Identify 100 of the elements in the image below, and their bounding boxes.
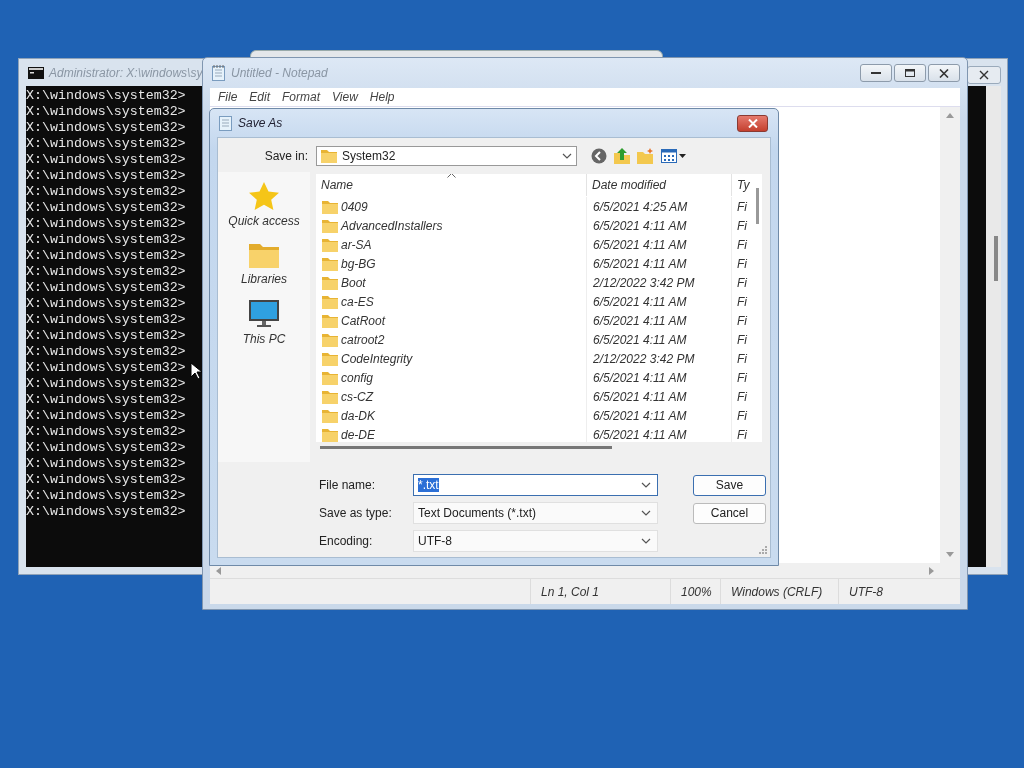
console-line: X:\windows\system32> xyxy=(26,408,186,424)
chevron-down-icon xyxy=(641,482,651,488)
minimize-button[interactable] xyxy=(860,64,892,82)
scroll-left-icon[interactable] xyxy=(216,566,221,575)
date-modified: 6/5/2021 4:11 AM xyxy=(593,389,687,404)
scrollbar[interactable] xyxy=(940,107,960,563)
scroll-right-icon[interactable] xyxy=(929,566,934,575)
folder-icon xyxy=(322,332,338,347)
place-item[interactable]: Libraries xyxy=(241,242,287,286)
status-text: UTF-8 xyxy=(849,584,883,599)
date-modified: 6/5/2021 4:25 AM xyxy=(593,199,688,214)
close-button[interactable] xyxy=(928,64,960,82)
scrollbar-thumb[interactable] xyxy=(994,236,998,281)
file-name[interactable]: catroot2 xyxy=(341,332,385,347)
table-cell: Fi xyxy=(737,275,747,290)
console-line: X:\windows\system32> xyxy=(26,296,186,312)
location-dropdown[interactable]: System32 xyxy=(316,146,577,166)
console-line: X:\windows\system32> xyxy=(26,472,186,488)
status-text: Ln 1, Col 1 xyxy=(541,584,600,599)
console-icon xyxy=(28,67,44,79)
scrollbar[interactable] xyxy=(986,86,1001,567)
file-name[interactable]: CatRoot xyxy=(341,313,386,328)
up-folder-icon[interactable] xyxy=(613,147,631,165)
console-line: X:\windows\system32> xyxy=(26,312,186,328)
file-name[interactable]: bg-BG xyxy=(341,256,376,271)
place-item[interactable]: Quick access xyxy=(228,182,300,228)
file-name[interactable]: da-DK xyxy=(341,408,375,423)
console-line: X:\windows\system32> xyxy=(26,200,186,216)
console-line: X:\windows\system32> xyxy=(26,504,186,520)
file-name[interactable]: ar-SA xyxy=(341,237,372,252)
console-line: X:\windows\system32> xyxy=(26,456,186,472)
dialog-title: Save As xyxy=(238,116,283,130)
console-line: X:\windows\system32> xyxy=(26,488,186,504)
console-line: X:\windows\system32> xyxy=(26,232,186,248)
table-cell: Fi xyxy=(737,218,747,233)
folder-icon xyxy=(322,389,338,404)
scrollbar-thumb[interactable] xyxy=(756,188,759,224)
table-cell: Fi xyxy=(737,237,747,252)
scrollbar[interactable] xyxy=(752,174,762,442)
table-cell: Fi xyxy=(737,389,747,404)
menu-item[interactable]: Format xyxy=(276,90,327,104)
date-modified: 6/5/2021 4:11 AM xyxy=(593,332,687,347)
folder-icon xyxy=(322,199,338,214)
file-name[interactable]: AdvancedInstallers xyxy=(341,218,443,233)
folder-icon xyxy=(322,294,338,309)
table-cell: Fi xyxy=(737,370,747,385)
dropdown[interactable]: Text Documents (*.txt) xyxy=(413,502,658,524)
folder-icon xyxy=(322,427,338,442)
folder-icon xyxy=(322,313,338,328)
menu-item[interactable]: File xyxy=(212,90,244,104)
maximize-button[interactable] xyxy=(894,64,926,82)
file-name[interactable]: 0409 xyxy=(341,199,368,214)
close-button[interactable] xyxy=(737,114,768,132)
menu-item[interactable]: Edit xyxy=(243,90,277,104)
file-name[interactable]: config xyxy=(341,370,374,385)
cancel-button[interactable]: Cancel xyxy=(693,502,766,524)
scroll-down-icon[interactable] xyxy=(946,552,954,557)
date-modified: 2/12/2022 3:42 PM xyxy=(593,351,695,366)
date-modified: 2/12/2022 3:42 PM xyxy=(593,275,695,290)
close-icon xyxy=(979,70,989,80)
table-cell: Fi xyxy=(737,294,747,309)
new-folder-icon[interactable] xyxy=(637,148,655,164)
monitor-icon xyxy=(249,300,279,328)
view-menu-icon[interactable] xyxy=(661,149,687,163)
chevron-down-icon xyxy=(562,153,572,159)
file-name[interactable]: cs-CZ xyxy=(341,389,373,404)
console-line: X:\windows\system32> xyxy=(26,248,186,264)
back-icon[interactable] xyxy=(591,148,607,164)
window-title: Untitled - Notepad xyxy=(231,66,328,80)
file-name[interactable]: CodeIntegrity xyxy=(341,351,413,366)
close-button[interactable] xyxy=(967,66,1001,84)
folder-icon xyxy=(322,218,338,233)
console-line: X:\windows\system32> xyxy=(26,424,186,440)
folder-icon xyxy=(322,370,338,385)
file-name[interactable]: de-DE xyxy=(341,427,375,442)
console-line: X:\windows\system32> xyxy=(26,168,186,184)
file-name[interactable]: Boot xyxy=(341,275,366,290)
date-modified: 6/5/2021 4:11 AM xyxy=(593,237,687,252)
chevron-down-icon xyxy=(641,510,651,516)
column-header[interactable]: Ty xyxy=(732,174,752,196)
console-line: X:\windows\system32> xyxy=(26,136,186,152)
cursor-icon xyxy=(190,362,202,380)
table-cell: Fi xyxy=(737,199,747,214)
column-header[interactable]: Date modified xyxy=(587,174,732,196)
input-field[interactable]: *.txt xyxy=(413,474,658,496)
file-name[interactable]: ca-ES xyxy=(341,294,374,309)
console-line: X:\windows\system32> xyxy=(26,104,186,120)
scroll-up-icon[interactable] xyxy=(946,113,954,118)
place-item[interactable]: This PC xyxy=(242,300,286,346)
minimize-icon xyxy=(871,71,881,75)
save-button[interactable]: Save xyxy=(693,474,766,496)
menu-item[interactable]: View xyxy=(326,90,364,104)
console-line: X:\windows\system32> xyxy=(26,152,186,168)
field-label: Save as type: xyxy=(319,506,393,520)
scrollbar-thumb[interactable] xyxy=(320,446,612,449)
status-text: 100% xyxy=(681,584,712,599)
column-header[interactable]: Name xyxy=(316,174,587,196)
menu-item[interactable]: Help xyxy=(363,90,401,104)
dropdown[interactable]: UTF-8 xyxy=(413,530,658,552)
resize-grip-icon[interactable] xyxy=(759,546,767,554)
